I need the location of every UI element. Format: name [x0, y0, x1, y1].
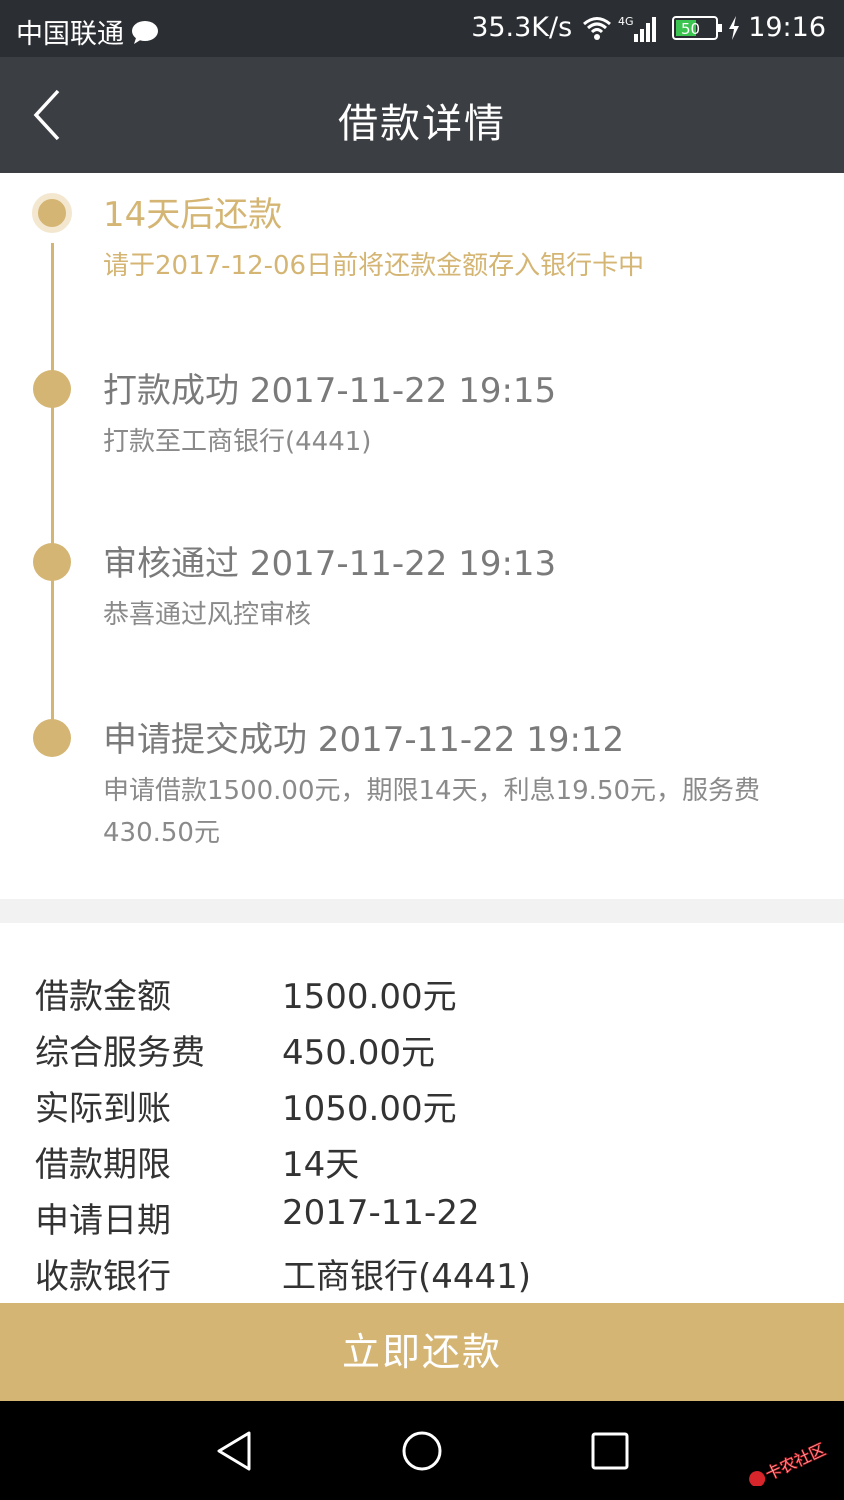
wifi-icon — [582, 15, 612, 41]
system-home-button[interactable] — [400, 1429, 444, 1473]
clock: 19:16 — [748, 12, 826, 43]
repay-now-button[interactable]: 立即还款 — [0, 1303, 844, 1401]
android-nav-bar: 卡农社区 — [0, 1401, 844, 1500]
system-recent-apps-button[interactable] — [588, 1429, 632, 1473]
detail-row-date: 申请日期 2017-11-22 — [0, 1193, 844, 1249]
circle-home-icon — [402, 1431, 442, 1471]
timeline-desc-submitted: 申请借款1500.00元，期限14天，利息19.50元，服务费430.50元 — [103, 776, 761, 848]
detail-value: 450.00元 — [282, 1033, 435, 1073]
timeline-dot-current — [32, 193, 72, 233]
network-type: 4G — [618, 15, 634, 28]
detail-row-received: 实际到账 1050.00元 — [0, 1081, 844, 1137]
timeline-dot-paid — [33, 370, 71, 408]
charging-icon — [728, 15, 740, 40]
status-left: 中国联通 — [16, 12, 160, 51]
timeline-title-approved: 审核通过 2017-11-22 19:13 — [103, 544, 557, 584]
timeline-desc-approved: 恭喜通过风控审核 — [103, 600, 312, 630]
loan-timeline: 14天后还款 请于2017-12-06日前将还款金额存入银行卡中 打款成功 20… — [0, 173, 844, 899]
detail-row-amount: 借款金额 1500.00元 — [0, 969, 844, 1025]
timeline-desc-paid: 打款至工商银行(4441) — [103, 427, 372, 457]
detail-value: 1050.00元 — [282, 1089, 457, 1129]
detail-label: 借款期限 — [35, 1145, 171, 1185]
detail-value: 1500.00元 — [282, 977, 457, 1017]
status-bar: 中国联通 35.3K/s 4G 50 19:16 — [0, 0, 844, 57]
detail-value: 工商银行(4441) — [282, 1257, 532, 1297]
timeline-dot-submitted — [33, 719, 71, 757]
detail-row-bank: 收款银行 工商银行(4441) — [0, 1249, 844, 1305]
detail-row-service-fee: 综合服务费 450.00元 — [0, 1025, 844, 1081]
timeline-title-repay: 14天后还款 — [103, 195, 283, 235]
battery-icon: 50 — [672, 15, 724, 40]
timeline-dot-approved — [33, 543, 71, 581]
timeline-title-paid: 打款成功 2017-11-22 19:15 — [103, 371, 557, 411]
loan-details: 借款金额 1500.00元 综合服务费 450.00元 实际到账 1050.00… — [0, 923, 844, 1303]
triangle-back-icon — [217, 1431, 251, 1471]
detail-value: 14天 — [282, 1145, 360, 1185]
detail-value: 2017-11-22 — [282, 1193, 480, 1233]
watermark-logo: 卡农社区 — [734, 1436, 834, 1488]
detail-label: 申请日期 — [35, 1201, 171, 1241]
battery-level: 50 — [681, 20, 700, 38]
carrier-name: 中国联通 — [16, 19, 124, 50]
page-title: 借款详情 — [338, 101, 506, 147]
detail-label: 收款银行 — [35, 1257, 171, 1297]
watermark-text: 卡农社区 — [762, 1440, 828, 1484]
detail-label: 实际到账 — [35, 1089, 171, 1129]
timeline-title-submitted: 申请提交成功 2017-11-22 19:12 — [103, 720, 625, 760]
detail-label: 借款金额 — [35, 977, 171, 1017]
detail-row-term: 借款期限 14天 — [0, 1137, 844, 1193]
net-speed: 35.3K/s — [471, 12, 573, 43]
timeline-line — [51, 243, 54, 743]
square-recent-icon — [591, 1432, 629, 1470]
nav-bar: 借款详情 — [0, 57, 844, 173]
system-back-button[interactable] — [213, 1429, 257, 1473]
message-icon — [130, 20, 160, 44]
status-right: 35.3K/s 4G 50 19:16 — [471, 12, 826, 43]
signal-icon: 4G — [618, 14, 660, 42]
timeline-desc-repay: 请于2017-12-06日前将还款金额存入银行卡中 — [103, 251, 645, 281]
section-divider — [0, 899, 844, 923]
detail-label: 综合服务费 — [35, 1033, 205, 1073]
